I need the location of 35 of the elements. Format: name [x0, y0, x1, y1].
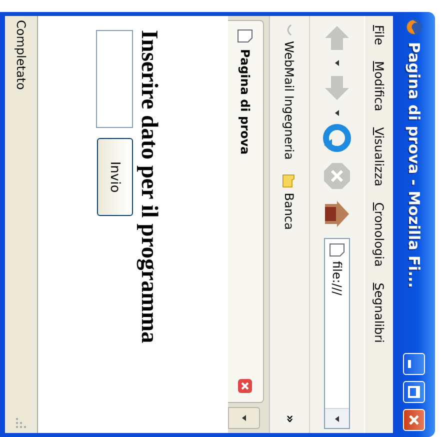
minimize-icon — [408, 360, 412, 368]
arrow-icon — [241, 415, 247, 421]
home-icon — [322, 199, 352, 229]
dropdown-arrow-icon — [334, 416, 340, 422]
dropdown-arrow-icon — [334, 110, 340, 116]
browser-logo-icon — [405, 18, 423, 36]
bookmark-item[interactable]: Banca — [280, 172, 298, 232]
window-title: Pagina di prova - Mozilla Fi... — [405, 42, 423, 290]
address-field[interactable]: file:/// — [324, 238, 350, 429]
tab-list-button[interactable] — [228, 407, 260, 429]
status-text: Completato — [14, 20, 28, 92]
page-icon — [238, 29, 254, 43]
stop-icon — [322, 161, 352, 191]
close-tab-icon[interactable] — [238, 378, 254, 394]
menu-item[interactable]: Cronologia — [369, 195, 389, 274]
bookmark-item[interactable]: WebMail Ingegneria — [280, 22, 298, 162]
close-button[interactable] — [403, 409, 425, 431]
maximize-button[interactable] — [403, 381, 425, 403]
dropdown-arrow-icon — [334, 60, 340, 66]
minimize-button[interactable] — [403, 353, 425, 375]
input-field[interactable] — [96, 30, 133, 128]
reload-icon — [322, 123, 352, 153]
menu-item[interactable]: Modifica — [369, 54, 389, 118]
folder-icon — [282, 174, 296, 188]
resize-grip-icon — [15, 417, 27, 429]
menu-item[interactable]: Segnalibri — [369, 276, 389, 350]
menu-item[interactable]: Visualizza — [369, 120, 389, 194]
submit-button[interactable]: Invio — [97, 138, 133, 216]
more-bookmarks-button[interactable]: » — [282, 410, 297, 427]
close-icon — [408, 414, 420, 426]
tab[interactable]: Pagina di prova — [228, 20, 264, 403]
maximize-icon — [408, 386, 420, 398]
menu-item[interactable]: File — [369, 18, 389, 52]
page-icon — [329, 243, 345, 257]
page-heading: Inserire dato per il programma — [135, 30, 162, 346]
